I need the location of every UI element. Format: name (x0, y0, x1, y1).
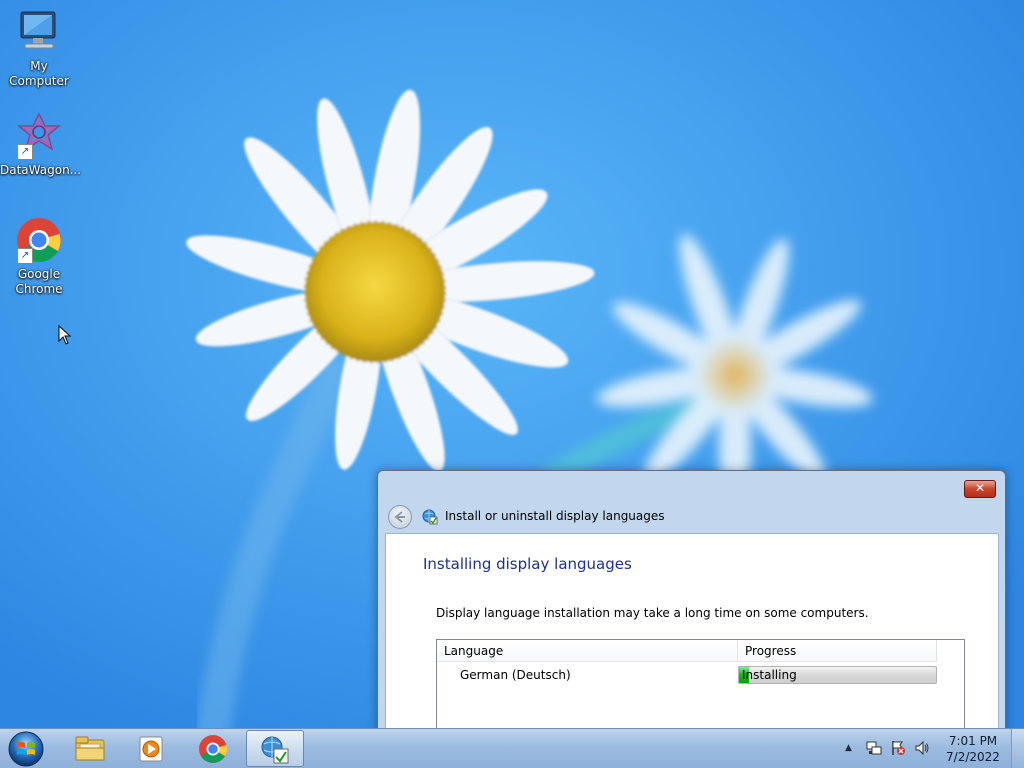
language-installer-icon (422, 509, 438, 525)
desktop-icon-google-chrome[interactable]: ↗ Google Chrome (0, 216, 78, 297)
desktop-icon-label: My Computer (9, 59, 69, 88)
system-clock[interactable]: 7:01 PM 7/2/2022 (940, 733, 1006, 765)
windows-logo-icon (8, 731, 44, 767)
desktop-icon-datawagon[interactable]: ↗ DataWagon... (0, 112, 82, 178)
language-name: German (Deutsch) (460, 668, 571, 682)
chrome-icon (199, 735, 228, 763)
dialog-nav-bar: Install or uninstall display languages (388, 505, 995, 529)
volume-icon[interactable] (914, 740, 930, 756)
desktop-icon-label: Google Chrome (15, 267, 63, 296)
network-icon[interactable] (866, 740, 882, 756)
clock-date: 7/2/2022 (946, 750, 1000, 764)
column-header-language[interactable]: Language (437, 640, 738, 662)
language-install-dialog: ✕ Install or uninstall display languages… (377, 470, 1006, 753)
page-heading: Installing display languages (423, 555, 632, 573)
language-installer-icon (261, 736, 289, 764)
start-button[interactable] (6, 731, 46, 767)
install-progress-bar: Installing (738, 666, 937, 684)
progress-status-text: Installing (742, 668, 797, 682)
close-button[interactable]: ✕ (964, 480, 996, 498)
taskbar-google-chrome[interactable] (186, 730, 242, 767)
dialog-title: Install or uninstall display languages (445, 509, 665, 523)
computer-icon (15, 8, 63, 56)
taskbar-language-installer[interactable] (246, 730, 304, 767)
description-text: Display language installation may take a… (436, 606, 869, 620)
show-desktop-button[interactable] (1011, 729, 1024, 768)
clock-time: 7:01 PM (948, 734, 998, 748)
desktop-icon-label: DataWagon... (0, 163, 82, 177)
taskbar-media-player[interactable] (124, 730, 180, 767)
dialog-content: Installing display languages Display lan… (385, 533, 999, 753)
folder-icon (75, 736, 105, 761)
shortcut-arrow-icon: ↗ (17, 248, 33, 264)
column-header-progress[interactable]: Progress (738, 640, 937, 662)
mouse-cursor-icon (58, 325, 72, 345)
show-hidden-icons-button[interactable]: ▲ (845, 743, 852, 753)
action-center-flag-icon[interactable] (890, 740, 906, 756)
chrome-icon: ↗ (15, 216, 63, 264)
back-button[interactable] (388, 505, 412, 529)
taskbar-windows-explorer[interactable] (62, 730, 118, 767)
taskbar: ▲ 7:01 PM 7/2/2022 (0, 728, 1024, 768)
back-arrow-icon (394, 511, 405, 523)
desktop-icon-my-computer[interactable]: My Computer (0, 8, 78, 89)
datawagon-icon: ↗ (15, 112, 63, 160)
media-player-icon (139, 736, 163, 762)
shortcut-arrow-icon: ↗ (17, 144, 33, 160)
desktop: My Computer ↗ DataWagon... ↗ Google Chro… (0, 0, 1024, 768)
